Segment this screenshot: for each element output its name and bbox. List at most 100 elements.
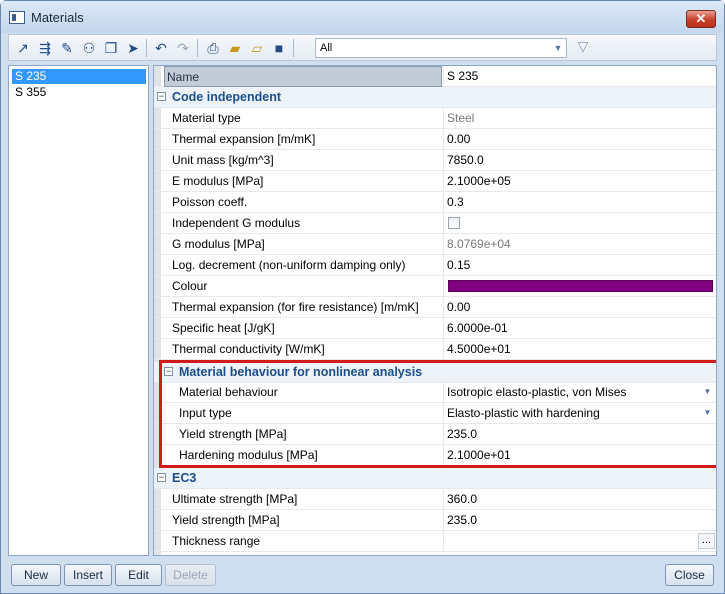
property-value[interactable]: 360.0 [443,489,716,510]
filter-value: All [320,42,333,54]
window-icon [9,11,25,24]
property-label: Ultimate strength [MPa] [172,492,298,506]
property-label: Yield strength [MPa] [179,427,287,441]
property-row: Thermal expansion (for fire resistance) … [154,297,716,318]
name-row: Name S 235 [154,66,716,87]
input-type-select[interactable]: Elasto-plastic with hardening ▼ [443,403,716,424]
property-row: Hardening modulus [MPa] 2.1000e+01 [154,445,716,466]
close-button[interactable]: Close [665,564,714,586]
print-icon[interactable]: ⎙ [203,38,223,58]
colour-swatch[interactable] [448,280,713,292]
property-value[interactable]: 235.0 [443,424,716,445]
material-behaviour-select[interactable]: Isotropic elasto-plastic, von Mises ▼ [443,382,716,403]
independent-g-checkbox[interactable] [448,217,460,229]
align-icon[interactable]: ⇶ [35,38,55,58]
property-label: Material behaviour [179,385,278,399]
open-folder-icon[interactable]: ▰ [225,38,245,58]
property-row: Ultimate strength [MPa] 360.0 [154,489,716,510]
property-row: Yield strength [MPa] 235.0 [154,424,716,445]
funnel-icon[interactable]: ▽ [574,38,592,58]
list-item-s355[interactable]: S 355 [12,85,146,100]
property-label: E modulus [MPa] [172,174,264,188]
property-label: Yield strength [MPa] [172,513,280,527]
property-value: ... [443,531,716,552]
group-nonlinear[interactable]: − Material behaviour for nonlinear analy… [154,362,716,383]
property-value [443,213,716,234]
property-value[interactable]: 0.3 [443,192,716,213]
close-window-button[interactable]: ✕ [686,10,716,28]
chevron-down-icon[interactable]: ▼ [550,39,566,57]
property-label: Material type [172,111,241,125]
property-value[interactable]: 6.0000e-01 [443,318,716,339]
property-label: Poisson coeff. [172,195,248,209]
edit-button[interactable]: Edit [115,564,162,586]
property-label: Thermal conductivity [W/mK] [172,342,325,356]
property-value: Isotropic elasto-plastic, von Mises [447,385,627,399]
open-folder-alt-icon[interactable]: ▱ [247,38,267,58]
group-title: Code independent [172,90,282,104]
property-row: Log. decrement (non-uniform damping only… [154,255,716,276]
property-value: 8.0769e+04 [443,234,716,255]
property-value[interactable]: 235.0 [443,510,716,531]
property-value[interactable]: 0.00 [443,129,716,150]
property-value: Steel [443,108,716,129]
collapse-icon[interactable]: − [157,92,166,101]
save-icon[interactable]: ■ [269,38,289,58]
property-value [443,276,716,297]
chevron-down-icon[interactable]: ▼ [700,405,715,421]
property-value[interactable]: 0.15 [443,255,716,276]
property-row: E modulus [MPa] 2.1000e+05 [154,171,716,192]
property-row: Thermal expansion [m/mK] 0.00 [154,129,716,150]
property-value[interactable]: 0.00 [443,297,716,318]
property-label: Thickness range [172,534,261,548]
arrow-up-right-icon[interactable]: ↗ [13,38,33,58]
undo-icon[interactable]: ↶ [151,38,171,58]
toolbar: ↗ ⇶ ✎ ⚇ ❐ ➤ ↶ ↷ ⎙ ▰ ▱ ■ All ▼ ▽ [8,34,717,61]
window-title: Materials [31,10,84,25]
property-row: Specific heat [J/gK] 6.0000e-01 [154,318,716,339]
property-row: Unit mass [kg/m^3] 7850.0 [154,150,716,171]
list-item-s235[interactable]: S 235 [12,69,146,84]
property-row: Material behaviour Isotropic elasto-plas… [154,382,716,403]
property-row: Material type Steel [154,108,716,129]
insert-button[interactable]: Insert [64,564,112,586]
property-label: Colour [172,279,208,293]
property-row: Thermal conductivity [W/mK] 4.5000e+01 [154,339,716,360]
property-value: Elasto-plastic with hardening [447,406,600,420]
property-label: Specific heat [J/gK] [172,321,275,335]
name-value[interactable]: S 235 [443,66,716,87]
property-value[interactable]: 4.5000e+01 [443,339,716,360]
chevron-down-icon[interactable]: ▼ [700,384,715,400]
property-row: Colour [154,276,716,297]
filter-select[interactable]: All ▼ [315,38,567,58]
edit-pencil-icon[interactable]: ✎ [57,38,77,58]
property-label: Log. decrement (non-uniform damping only… [172,258,406,272]
group-title: Material behaviour for nonlinear analysi… [179,365,423,379]
copy-icon[interactable]: ❐ [101,38,121,58]
property-label: Independent G modulus [172,216,301,230]
property-row: Yield strength [MPa] 235.0 [154,510,716,531]
property-row: G modulus [MPa] 8.0769e+04 [154,234,716,255]
property-value[interactable]: 7850.0 [443,150,716,171]
binoculars-icon[interactable]: ⚇ [79,38,99,58]
property-label: G modulus [MPa] [172,237,265,251]
collapse-icon[interactable]: − [157,473,166,482]
new-button[interactable]: New [11,564,61,586]
group-code-independent[interactable]: − Code independent [154,87,716,108]
delete-button[interactable]: Delete [165,564,216,586]
group-ec3[interactable]: − EC3 [154,468,716,489]
property-label: Input type [179,406,232,420]
property-row: Thickness range ... [154,531,716,552]
property-value[interactable]: 2.1000e+01 [443,445,716,466]
redo-icon[interactable]: ↷ [173,38,193,58]
property-value[interactable]: 2.1000e+05 [443,171,716,192]
collapse-icon[interactable]: − [164,367,173,376]
materials-window: Materials ✕ ↗ ⇶ ✎ ⚇ ❐ ➤ ↶ ↷ ⎙ ▰ ▱ ■ All … [0,0,725,594]
name-label: Name [164,66,442,87]
property-row: Input type Elasto-plastic with hardening… [154,403,716,424]
property-label: Unit mass [kg/m^3] [172,153,274,167]
cursor-icon[interactable]: ➤ [123,38,143,58]
thickness-range-button[interactable]: ... [698,533,715,549]
materials-list: S 235 S 355 [8,65,149,556]
property-row: Independent G modulus [154,213,716,234]
